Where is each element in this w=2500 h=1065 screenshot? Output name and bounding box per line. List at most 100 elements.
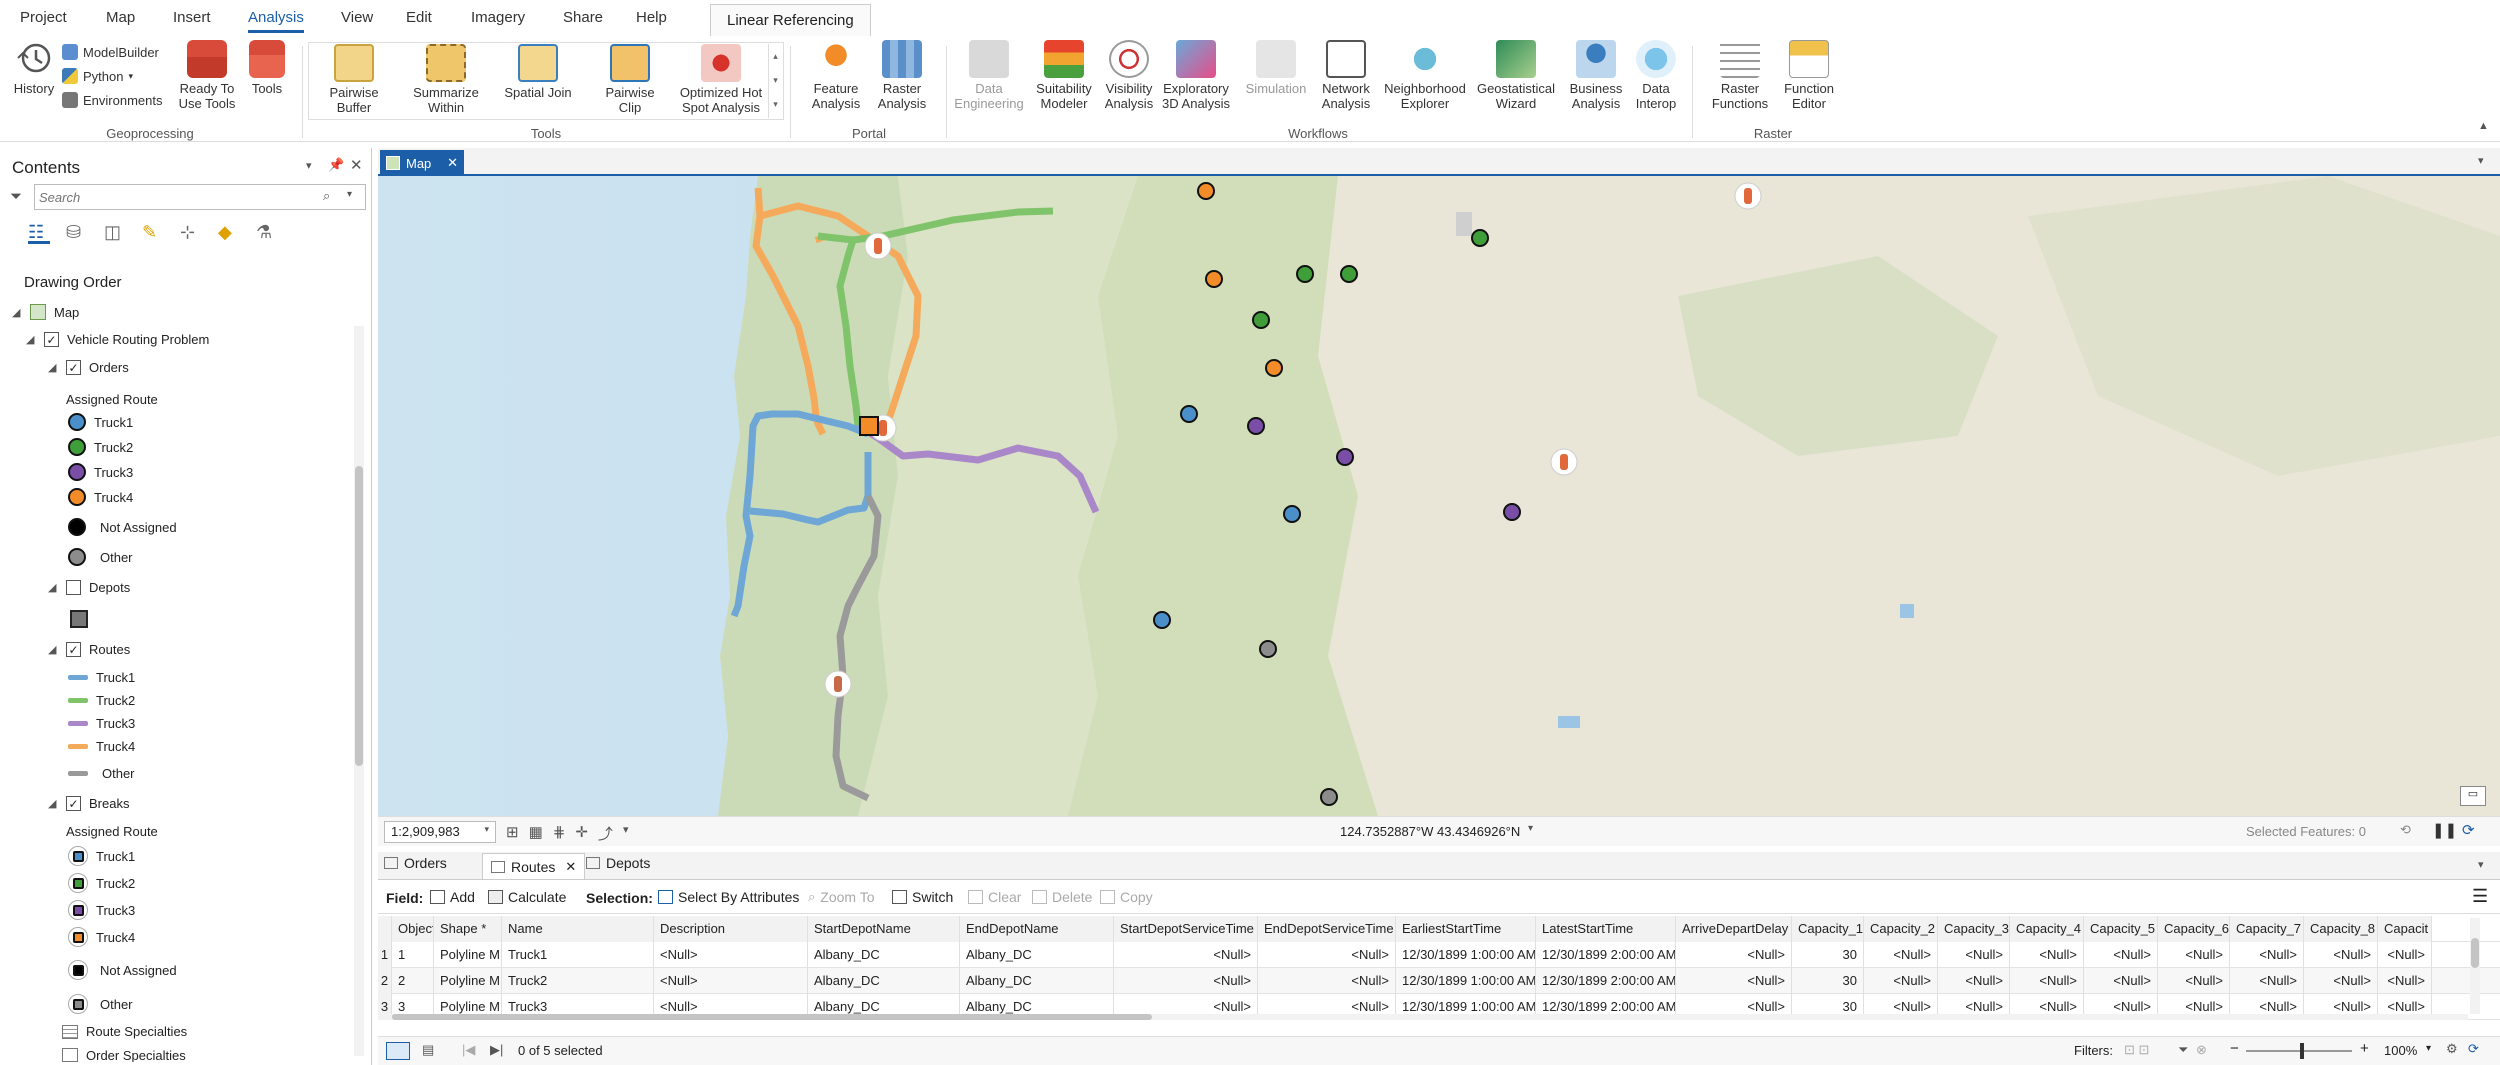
grid-icon[interactable]: ▦ — [529, 823, 543, 844]
chevron-down-icon[interactable]: ▾ — [2478, 154, 2484, 167]
snapping-icon[interactable]: ⊹ — [180, 222, 202, 244]
chevron-down-icon[interactable]: ▾ — [1528, 823, 1533, 834]
tab-routes[interactable]: Routes ✕ — [482, 853, 586, 879]
depot-albany[interactable] — [859, 416, 879, 436]
pin-icon[interactable]: 📌 — [328, 157, 344, 173]
column-header[interactable]: LatestStartTime — [1536, 916, 1676, 942]
gallery-scroll[interactable]: ▴ ▾ ▾ — [768, 44, 782, 118]
table-cell[interactable]: <Null> — [2084, 968, 2158, 994]
column-header[interactable]: EarliestStartTime — [1396, 916, 1536, 942]
pairwise-clip-button[interactable]: Pairwise Clip — [594, 44, 666, 115]
selection-icon[interactable]: ◫ — [104, 222, 126, 244]
scrollbar-thumb[interactable] — [2471, 938, 2479, 968]
column-header[interactable]: Shape * — [434, 916, 502, 942]
show-all-records-icon[interactable] — [386, 1042, 410, 1060]
summarize-within-button[interactable]: Summarize Within — [410, 44, 482, 115]
data-interop-button[interactable]: Data Interop — [1622, 40, 1690, 111]
copy-button[interactable]: Copy — [1100, 889, 1153, 905]
collapse-ribbon-icon[interactable]: ▲ — [2478, 120, 2489, 132]
vrp-checkbox[interactable]: ✓ — [44, 332, 59, 347]
table-cell[interactable]: <Null> — [2230, 968, 2304, 994]
tab-linear-referencing[interactable]: Linear Referencing — [710, 4, 871, 36]
zoom-in-icon[interactable]: + — [2360, 1040, 2369, 1057]
order-truck2[interactable] — [1296, 265, 1314, 283]
order-truck4[interactable] — [1265, 359, 1283, 377]
chevron-down-icon[interactable]: ▾ — [2426, 1043, 2431, 1054]
tab-orders[interactable]: Orders — [384, 855, 447, 871]
column-header[interactable]: EndDepotName — [960, 916, 1114, 942]
table-cell[interactable]: Albany_DC — [960, 942, 1114, 968]
column-header[interactable]: Capacity_6 — [2158, 916, 2230, 942]
close-icon[interactable]: ✕ — [447, 155, 458, 171]
zoom-to-button[interactable]: ⌕ Zoom To — [808, 889, 875, 905]
menu-share[interactable]: Share — [563, 9, 603, 26]
break-marker[interactable] — [864, 232, 892, 260]
filter-extent-icon[interactable]: ⊡ ⊡ — [2124, 1042, 2149, 1058]
table-cell[interactable]: <Null> — [1676, 942, 1792, 968]
editing-icon[interactable]: ✎ — [142, 222, 164, 244]
optimized-hot-spot-button[interactable]: Optimized Hot Spot Analysis — [676, 44, 766, 115]
orders-checkbox[interactable]: ✓ — [66, 360, 81, 375]
chevron-down-icon[interactable]: ▾ — [347, 189, 352, 200]
pause-icon[interactable]: ❚❚ — [2432, 821, 2457, 839]
table-cell[interactable]: <Null> — [1938, 968, 2010, 994]
table-cell[interactable]: <Null> — [2304, 942, 2378, 968]
neighborhood-explorer-button[interactable]: Neighborhood Explorer — [1378, 40, 1472, 111]
table-cell[interactable]: <Null> — [2010, 942, 2084, 968]
column-header[interactable]: StartDepotName — [808, 916, 960, 942]
raster-analysis-button[interactable]: Raster Analysis — [866, 40, 938, 111]
menu-help[interactable]: Help — [636, 9, 667, 26]
drawing-order-icon[interactable]: ☷ — [28, 222, 50, 244]
column-header[interactable]: Capacity_3 — [1938, 916, 2010, 942]
simulation-button[interactable]: Simulation — [1240, 40, 1312, 96]
column-header[interactable]: Capacit — [2378, 916, 2432, 942]
table-cell[interactable]: Truck2 — [502, 968, 654, 994]
row-selector[interactable]: 2 — [378, 968, 392, 994]
table-cell[interactable]: Polyline M — [434, 942, 502, 968]
order-truck4[interactable] — [1205, 270, 1223, 288]
clear-selection-button[interactable]: Clear — [968, 889, 1021, 905]
breaks-layer[interactable]: ◢ ✓ Breaks — [48, 796, 129, 811]
table-cell[interactable]: Polyline M — [434, 968, 502, 994]
clear-filter-icon[interactable]: ⊗ — [2196, 1042, 2207, 1058]
menu-imagery[interactable]: Imagery — [471, 9, 525, 26]
expand-triangle-icon[interactable]: ◢ — [26, 333, 36, 346]
menu-project[interactable]: Project — [20, 9, 67, 26]
table-cell[interactable]: 12/30/1899 1:00:00 AM — [1396, 942, 1536, 968]
order-truck3[interactable] — [1503, 503, 1521, 521]
table-cell[interactable]: <Null> — [2158, 968, 2230, 994]
table-cell[interactable]: <Null> — [2010, 968, 2084, 994]
ready-to-use-tools-button[interactable]: Ready To Use Tools — [170, 40, 244, 111]
table-cell[interactable]: Albany_DC — [808, 942, 960, 968]
show-selected-records-icon[interactable]: ▤ — [422, 1042, 434, 1058]
calculate-field-button[interactable]: Calculate — [488, 889, 566, 905]
depots-layer[interactable]: ◢ Depots — [48, 580, 130, 595]
break-marker[interactable] — [1734, 182, 1762, 210]
delete-button[interactable]: Delete — [1032, 889, 1092, 905]
table-cell[interactable]: <Null> — [1864, 942, 1938, 968]
order-other[interactable] — [1259, 640, 1277, 658]
scale-selector[interactable]: 1:2,909,983 ▾ — [384, 821, 496, 843]
charts-icon[interactable]: ⚗ — [256, 222, 278, 244]
order-other[interactable] — [1320, 788, 1338, 806]
row-selector-header[interactable] — [378, 916, 392, 942]
table-cell[interactable]: 12/30/1899 2:00:00 AM — [1536, 968, 1676, 994]
table-cell[interactable]: 30 — [1792, 942, 1864, 968]
tools-button[interactable]: Tools — [244, 40, 290, 96]
route-specialties-table[interactable]: Route Specialties — [48, 1024, 187, 1039]
table-cell[interactable]: 12/30/1899 2:00:00 AM — [1536, 942, 1676, 968]
order-truck2[interactable] — [1252, 311, 1270, 329]
first-record-icon[interactable]: |◀ — [462, 1042, 475, 1058]
search-input[interactable] — [39, 188, 309, 206]
labeling-icon[interactable]: ◆ — [218, 222, 240, 244]
table-cell[interactable]: 1 — [392, 942, 434, 968]
spatial-join-button[interactable]: Spatial Join — [502, 44, 574, 100]
data-engineering-button[interactable]: Data Engineering — [952, 40, 1026, 111]
break-marker[interactable] — [1550, 448, 1578, 476]
history-button[interactable]: History — [6, 40, 62, 96]
scrollbar-thumb[interactable] — [392, 1014, 1152, 1020]
orders-layer[interactable]: ◢ ✓ Orders — [48, 360, 129, 375]
table-cell[interactable]: <Null> — [2378, 968, 2432, 994]
order-truck2[interactable] — [1340, 265, 1358, 283]
table-options-icon[interactable]: ⚙ — [2446, 1041, 2458, 1057]
